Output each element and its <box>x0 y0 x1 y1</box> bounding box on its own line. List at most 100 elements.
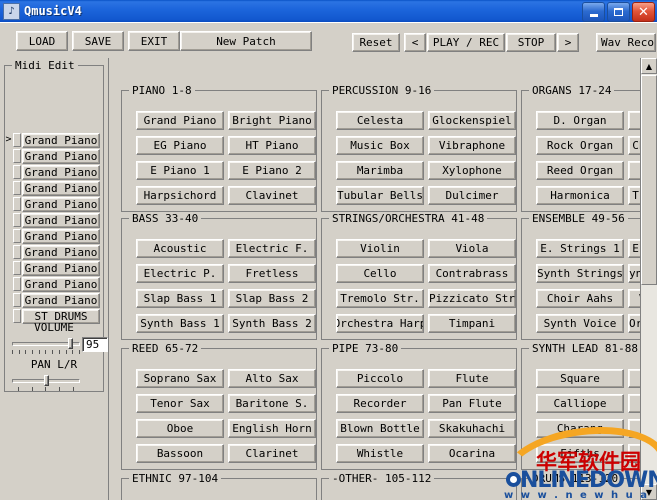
instrument-button[interactable]: English Horn <box>228 419 316 438</box>
instrument-button[interactable]: Recorder <box>336 394 424 413</box>
instrument-button[interactable]: Choir Aahs <box>536 289 624 308</box>
new-patch-button[interactable]: New Patch <box>180 31 312 51</box>
load-button[interactable]: LOAD <box>16 31 68 51</box>
instrument-button[interactable]: Cello <box>336 264 424 283</box>
next-button[interactable]: > <box>557 33 579 52</box>
instrument-button[interactable]: Orchestra Harp <box>336 314 424 333</box>
instrument-button[interactable]: E. Strings 1 <box>536 239 624 258</box>
stop-button[interactable]: STOP <box>506 33 556 52</box>
instrument-button[interactable]: Electric F. <box>228 239 316 258</box>
instrument-button[interactable]: Piccolo <box>336 369 424 388</box>
midi-track-toggle-button[interactable] <box>13 229 21 243</box>
midi-track-row[interactable]: Grand Piano <box>4 292 100 308</box>
instrument-button[interactable]: Calliope <box>536 394 624 413</box>
instrument-button[interactable]: Celesta <box>336 111 424 130</box>
volume-slider[interactable] <box>12 338 80 354</box>
wav-record-button[interactable]: Wav Reco <box>596 33 656 52</box>
pan-slider-thumb[interactable] <box>44 375 49 386</box>
instrument-button[interactable]: Glockenspiel <box>428 111 516 130</box>
exit-button[interactable]: EXIT <box>128 31 180 51</box>
instrument-button[interactable]: E Piano 2 <box>228 161 316 180</box>
instrument-button[interactable]: Marimba <box>336 161 424 180</box>
instrument-button[interactable]: Slap Bass 2 <box>228 289 316 308</box>
midi-track-row[interactable]: Grand Piano <box>4 276 100 292</box>
instrument-button[interactable]: Vibraphone <box>428 136 516 155</box>
instrument-button[interactable]: D. Organ <box>536 111 624 130</box>
midi-track-toggle-button[interactable] <box>13 277 21 291</box>
midi-track-name[interactable]: Grand Piano <box>22 212 100 228</box>
reset-button[interactable]: Reset <box>352 33 400 52</box>
midi-track-toggle-button[interactable] <box>13 213 21 227</box>
instrument-button[interactable]: Ocarina <box>428 444 516 463</box>
midi-track-name[interactable]: Grand Piano <box>22 292 100 308</box>
midi-track-row[interactable]: Grand Piano <box>4 180 100 196</box>
instrument-button[interactable]: Fretless <box>228 264 316 283</box>
instrument-button[interactable]: Oboe <box>136 419 224 438</box>
instrument-button[interactable]: Soprano Sax <box>136 369 224 388</box>
midi-track-name[interactable]: Grand Piano <box>22 276 100 292</box>
instrument-button[interactable]: Reed Organ <box>536 161 624 180</box>
play-rec-button[interactable]: PLAY / REC <box>427 33 505 52</box>
instrument-button[interactable]: Square <box>536 369 624 388</box>
instrument-button[interactable]: Bright Piano <box>228 111 316 130</box>
midi-track-toggle-button[interactable] <box>13 261 21 275</box>
midi-track-toggle-button[interactable] <box>13 133 21 147</box>
midi-track-row[interactable]: Grand Piano <box>4 244 100 260</box>
midi-track-row[interactable]: Grand Piano <box>4 196 100 212</box>
midi-track-row[interactable]: Grand Piano <box>4 228 100 244</box>
instrument-button[interactable]: Rock Organ <box>536 136 624 155</box>
midi-track-row[interactable]: Grand Piano <box>4 260 100 276</box>
instrument-button[interactable]: Xylophone <box>428 161 516 180</box>
instrument-button[interactable]: Charang <box>536 419 624 438</box>
midi-track-toggle-button[interactable] <box>13 165 21 179</box>
close-button[interactable]: ✕ <box>632 2 655 22</box>
pan-slider[interactable] <box>12 375 80 391</box>
instrument-button[interactable]: Grand Piano <box>136 111 224 130</box>
instrument-button[interactable]: Timpani <box>428 314 516 333</box>
volume-slider-thumb[interactable] <box>68 338 73 349</box>
instrument-button[interactable]: Pizzicato Str <box>428 289 516 308</box>
midi-track-toggle-button[interactable] <box>13 293 21 307</box>
midi-track-row[interactable]: Grand Piano <box>4 164 100 180</box>
midi-track-row[interactable]: Grand Piano <box>4 212 100 228</box>
instrument-button[interactable]: Flute <box>428 369 516 388</box>
midi-track-toggle-button[interactable] <box>13 245 21 259</box>
instrument-button[interactable]: Alto Sax <box>228 369 316 388</box>
midi-track-name[interactable]: Grand Piano <box>22 180 100 196</box>
instrument-button[interactable]: Violin <box>336 239 424 258</box>
volume-value[interactable]: 95 <box>82 337 108 352</box>
instrument-button[interactable]: Blown Bottle <box>336 419 424 438</box>
midi-track-name[interactable]: Grand Piano <box>22 148 100 164</box>
instrument-button[interactable]: Acoustic <box>136 239 224 258</box>
midi-track-name[interactable]: Grand Piano <box>22 244 100 260</box>
midi-track-name[interactable]: Grand Piano <box>22 260 100 276</box>
midi-track-name[interactable]: Grand Piano <box>22 132 100 148</box>
midi-track-toggle-button[interactable] <box>13 197 21 211</box>
instrument-button[interactable]: Tenor Sax <box>136 394 224 413</box>
midi-track-toggle-button[interactable] <box>13 149 21 163</box>
instrument-button[interactable]: Synth Voice <box>536 314 624 333</box>
instrument-button[interactable]: Whistle <box>336 444 424 463</box>
instrument-button[interactable]: Bassoon <box>136 444 224 463</box>
vertical-scrollbar[interactable]: ▲ ▼ <box>640 58 657 500</box>
instrument-button[interactable]: Electric P. <box>136 264 224 283</box>
instrument-button[interactable]: Contrabrass <box>428 264 516 283</box>
instrument-button[interactable]: Pan Flute <box>428 394 516 413</box>
instrument-button[interactable]: Clarinet <box>228 444 316 463</box>
instrument-button[interactable]: Slap Bass 1 <box>136 289 224 308</box>
instrument-button[interactable]: Baritone S. <box>228 394 316 413</box>
midi-track-row[interactable]: > Grand Piano <box>4 132 100 148</box>
instrument-button[interactable]: Skakuhachi <box>428 419 516 438</box>
midi-track-name[interactable]: Grand Piano <box>22 164 100 180</box>
save-button[interactable]: SAVE <box>72 31 124 51</box>
instrument-button[interactable]: Fifths <box>536 444 624 463</box>
instrument-button[interactable]: Tubular Bells <box>336 186 424 205</box>
instrument-button[interactable]: Harpsichord <box>136 186 224 205</box>
instrument-button[interactable]: Harmonica <box>536 186 624 205</box>
midi-track-toggle-button[interactable] <box>13 181 21 195</box>
midi-track-name[interactable]: Grand Piano <box>22 228 100 244</box>
instrument-button[interactable]: Tremolo Str. <box>336 289 424 308</box>
prev-button[interactable]: < <box>404 33 426 52</box>
instrument-button[interactable]: Music Box <box>336 136 424 155</box>
scroll-up-arrow[interactable]: ▲ <box>641 58 657 74</box>
